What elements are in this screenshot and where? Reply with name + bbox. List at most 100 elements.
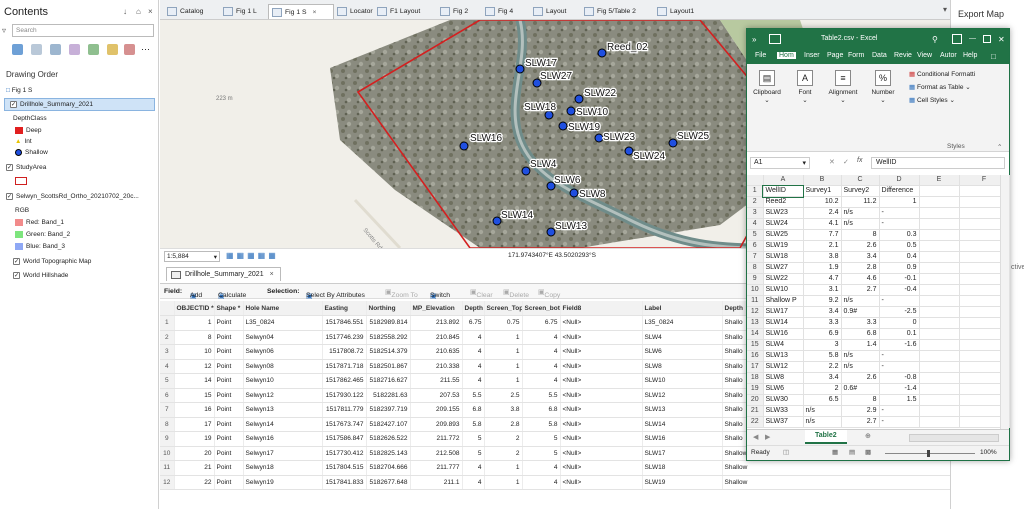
column-header[interactable]: A — [763, 175, 804, 187]
prev-sheet-icon[interactable]: ◀ — [753, 433, 758, 441]
cell[interactable]: 6.8 — [841, 328, 880, 341]
vertical-scrollbar[interactable] — [1000, 175, 1009, 429]
cell[interactable] — [919, 361, 960, 374]
close-tab-icon[interactable]: × — [313, 9, 317, 16]
row-header[interactable]: 10 — [747, 284, 764, 297]
cell[interactable]: - — [879, 416, 920, 429]
cell[interactable]: SLW25 — [763, 229, 804, 242]
cell[interactable]: - — [879, 405, 920, 418]
layer-visibility-checkbox[interactable]: ✓ — [13, 258, 20, 265]
layer-world-topographic[interactable]: ✓ World Topographic Map — [13, 258, 91, 265]
cancel-icon[interactable]: ✕ — [829, 158, 835, 166]
column-header[interactable]: OBJECTID * — [174, 301, 215, 316]
cell[interactable] — [919, 262, 960, 275]
layer-visibility-checkbox[interactable]: ✓ — [10, 101, 17, 108]
zoom-slider[interactable] — [885, 453, 975, 454]
cell[interactable]: 0 — [879, 317, 920, 330]
cell[interactable] — [919, 295, 960, 308]
cell[interactable]: 2.7 — [841, 284, 880, 297]
map-node[interactable]: □ Fig 1 S — [6, 87, 32, 94]
cell[interactable]: 2.6 — [841, 372, 880, 385]
cell[interactable]: - — [879, 361, 920, 374]
tab-locator[interactable]: Locator — [334, 4, 377, 19]
cell[interactable]: 4.6 — [841, 273, 880, 286]
list-by-snapping-icon[interactable] — [88, 44, 99, 55]
layer-study-area[interactable]: ✓ StudyArea — [6, 164, 46, 171]
cell[interactable]: 2.2 — [803, 361, 842, 374]
column-header[interactable]: C — [841, 175, 880, 187]
cell[interactable]: n/s — [841, 295, 880, 308]
table-row[interactable]: 12 22 Point Selwyn19 1517841.833 5182677.648 2… — [160, 475, 951, 490]
layer-ortho-raster[interactable]: ✓ Selwyn_ScottsRd_Ortho_20210702_20c... — [6, 193, 139, 200]
cell[interactable]: -0.4 — [879, 284, 920, 297]
row-header[interactable]: 3 — [747, 207, 764, 220]
copy-selection-button[interactable]: ▣ Copy — [538, 288, 560, 299]
menu-file[interactable]: File — [755, 52, 766, 59]
cell[interactable]: 3.1 — [803, 284, 842, 297]
cell[interactable]: -1.6 — [879, 339, 920, 352]
row-number[interactable]: 12 — [160, 475, 175, 490]
cell[interactable]: n/s — [841, 207, 880, 220]
row-number[interactable]: 1 — [160, 315, 175, 331]
cell[interactable]: Survey1 — [803, 185, 842, 198]
list-by-perspective-icon[interactable] — [124, 44, 135, 55]
cell[interactable]: SLW30 — [763, 394, 804, 407]
close-tab-icon[interactable]: × — [270, 271, 274, 278]
row-number[interactable]: 5 — [160, 373, 175, 389]
column-header[interactable]: Label — [642, 301, 723, 316]
filter-icon[interactable]: ▿ — [2, 26, 6, 35]
ribbon-display-icon[interactable] — [952, 34, 962, 44]
sheet-tab-table2[interactable]: Table2 — [805, 430, 847, 444]
menu-view[interactable]: View — [917, 52, 932, 59]
cell[interactable]: 2.8 — [841, 262, 880, 275]
cell[interactable]: - — [879, 350, 920, 363]
zoom-level[interactable]: 100% — [980, 449, 997, 456]
tab-fig-4[interactable]: Fig 4 — [482, 4, 517, 19]
cell[interactable]: 6.5 — [803, 394, 842, 407]
clear-selection-button[interactable]: ▣ Clear — [470, 288, 493, 299]
cell[interactable]: 2.6 — [841, 240, 880, 253]
cell[interactable] — [919, 185, 960, 198]
cell[interactable]: 7.7 — [803, 229, 842, 242]
row-header[interactable]: 12 — [747, 306, 764, 319]
cell[interactable]: 0.9# — [841, 306, 880, 319]
cell[interactable]: SLW10 — [763, 284, 804, 297]
cell[interactable]: 8 — [841, 394, 880, 407]
cell-styles-button[interactable]: ▦ Cell Styles ⌄ — [909, 96, 955, 104]
cell[interactable]: 2 — [803, 383, 842, 396]
tab-layout[interactable]: Layout — [530, 4, 570, 19]
column-header[interactable]: MP_Elevation — [410, 301, 463, 316]
cell[interactable] — [919, 207, 960, 220]
cell[interactable]: -2.5 — [879, 306, 920, 319]
cell[interactable]: SLW4 — [763, 339, 804, 352]
layer-visibility-checkbox[interactable]: ✓ — [6, 164, 13, 171]
column-header[interactable]: Shape * — [214, 301, 244, 316]
cell[interactable]: -0.8 — [879, 372, 920, 385]
cell[interactable] — [919, 229, 960, 242]
cell[interactable]: 0.6# — [841, 383, 880, 396]
cell[interactable] — [919, 394, 960, 407]
select-all-corner[interactable] — [747, 175, 764, 187]
cell[interactable]: 1.9 — [803, 262, 842, 275]
close-window-icon[interactable]: ✕ — [998, 35, 1005, 44]
cell[interactable] — [919, 273, 960, 286]
cell[interactable]: SLW24 — [763, 218, 804, 231]
scale-selector[interactable]: 1:5,884 ▾ — [164, 251, 220, 262]
search-input[interactable]: Search — [12, 24, 154, 37]
minimize-icon[interactable]: — — [969, 35, 976, 42]
name-box[interactable]: A1 ▾ — [750, 157, 810, 169]
cell[interactable]: SLW19 — [763, 240, 804, 253]
cell[interactable]: n/s — [841, 361, 880, 374]
column-header[interactable]: Field8 — [560, 301, 643, 316]
row-header[interactable]: 8 — [747, 262, 764, 275]
cell[interactable] — [919, 405, 960, 418]
save-icon[interactable] — [769, 34, 781, 44]
cell[interactable] — [919, 328, 960, 341]
cell[interactable]: SLW16 — [763, 328, 804, 341]
row-number[interactable]: 2 — [160, 330, 175, 345]
cell[interactable]: 6.9 — [803, 328, 842, 341]
page-layout-icon[interactable]: ▤ — [849, 448, 855, 456]
maximize-icon[interactable] — [983, 35, 991, 43]
list-by-labeling-icon[interactable] — [107, 44, 118, 55]
cell[interactable] — [919, 240, 960, 253]
